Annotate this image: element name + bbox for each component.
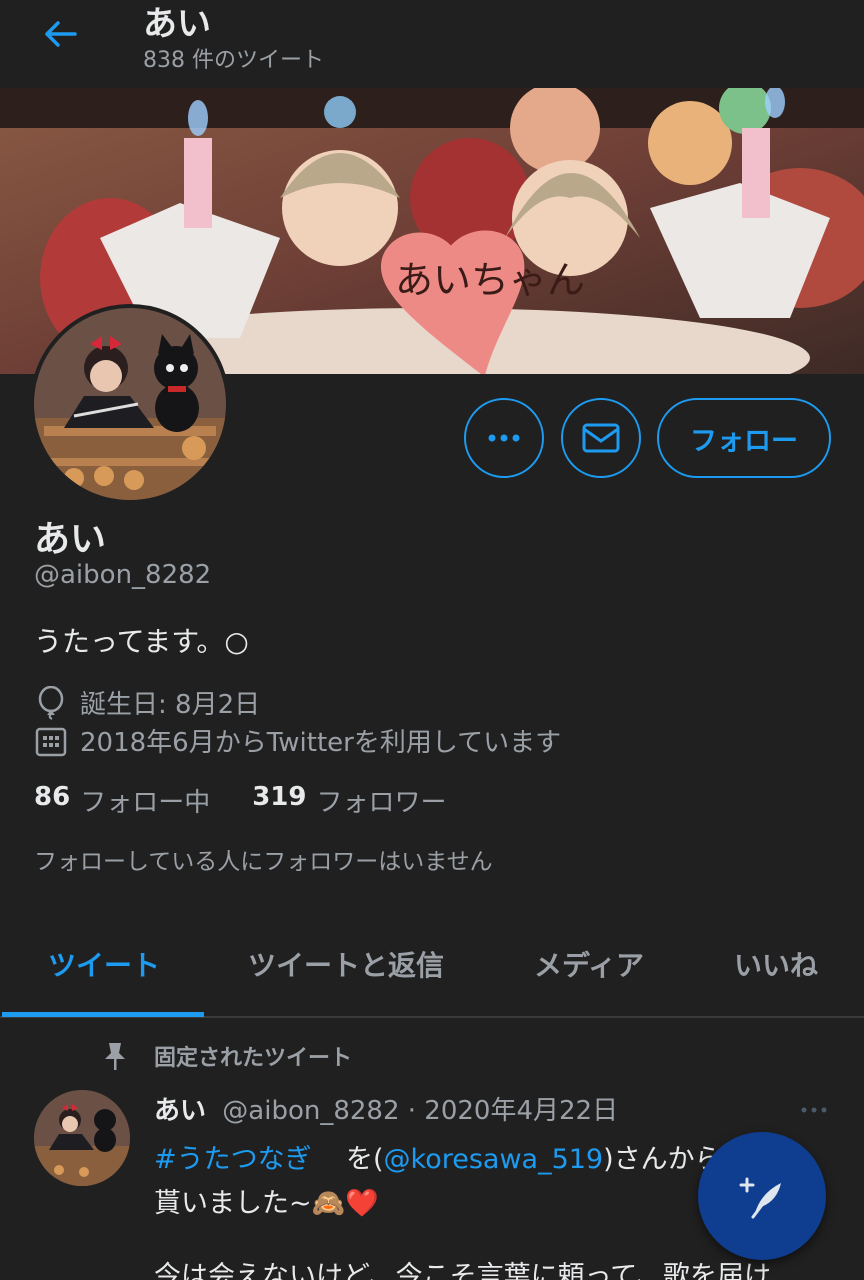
tweet-header: あい @aibon_8282 · 2020年4月22日 [154,1090,618,1127]
birthday-text: 誕生日: 8月2日 [80,690,261,720]
follow-button[interactable]: フォロー [657,398,831,478]
tab-media[interactable]: メディア [534,944,644,984]
profile-bio: うたってます。○ [34,625,249,658]
tweet-mention[interactable]: @koresawa_519 [384,1144,604,1175]
calendar-icon [34,724,68,758]
message-button[interactable] [561,398,641,478]
profile-display-name: あい [34,519,107,560]
tweet-more-button[interactable] [796,1098,832,1122]
joined-text: 2018年6月からTwitterを利用しています [80,728,562,758]
tweet-avatar-image [34,1090,130,1186]
tab-likes[interactable]: いいね [734,944,818,984]
tab-tweets-and-replies[interactable]: ツイートと返信 [248,944,444,984]
followers-label: フォロワー [316,788,447,818]
tweet-count: 838 件のツイート [143,48,324,73]
tweet-date[interactable]: 2020年4月22日 [424,1096,618,1126]
banner-text: あいちゃん [395,258,585,302]
avatar-image [34,308,226,500]
following-link[interactable]: 86 フォロー中 [34,782,210,819]
profile-handle: @aibon_8282 [34,560,212,590]
active-tab-indicator [2,1012,204,1017]
tweet-avatar[interactable] [34,1090,130,1186]
balloon-icon [34,685,68,720]
more-horizontal-icon [801,1107,827,1113]
tweet-author-name[interactable]: あい [154,1096,206,1126]
compose-feather-icon [739,1177,781,1219]
tab-tweets[interactable]: ツイート [48,944,160,984]
birthday-row: 誕生日: 8月2日 [34,684,260,721]
joined-row: 2018年6月からTwitterを利用しています [34,722,561,759]
following-label: フォロー中 [80,788,211,818]
arrow-left-icon [45,21,77,47]
following-count: 86 [34,782,71,812]
tweet-line-3: 今は会えないけど、今こそ言葉に頼って、歌を届け [154,1261,771,1280]
pin-icon [100,1041,130,1071]
profile-tabs: ツイート ツイートと返信 メディア いいね [0,930,864,1018]
pinned-indicator: 固定されたツイート [100,1040,352,1072]
tweet-hashtag[interactable]: #うたつなぎ [154,1144,312,1175]
page-title: あい [143,4,211,44]
back-button[interactable] [36,14,84,54]
tweet-text-a: を( [345,1144,384,1175]
tweet-author-handle[interactable]: @aibon_8282 [222,1096,399,1126]
followers-count: 319 [252,782,307,812]
more-options-button[interactable] [464,398,544,478]
profile-avatar[interactable] [30,304,230,504]
followers-link[interactable]: 319 フォロワー [252,782,446,819]
top-bar: あい 838 件のツイート [0,0,864,88]
more-horizontal-icon [488,434,520,442]
compose-tweet-button[interactable] [698,1132,826,1260]
pinned-label: 固定されたツイート [154,1046,353,1071]
tweet-separator: · [407,1096,417,1126]
followers-you-know: フォローしている人にフォロワーはいません [34,849,493,875]
follow-counts: 86 フォロー中 319 フォロワー [34,782,489,819]
mail-icon [582,423,620,453]
